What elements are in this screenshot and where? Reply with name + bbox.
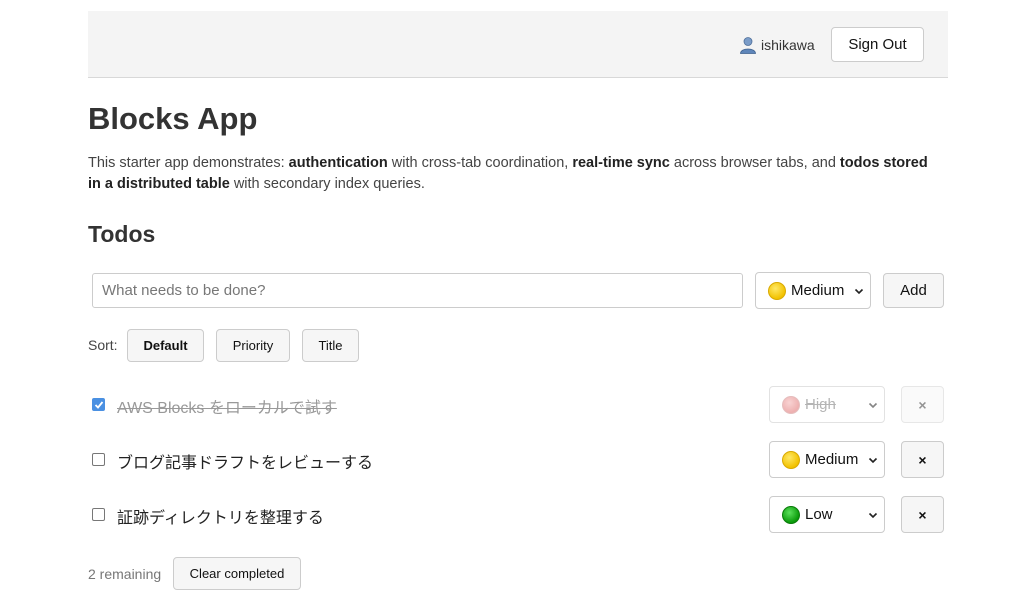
priority-medium-icon — [768, 281, 786, 300]
username-label: ishikawa — [761, 37, 815, 53]
todo-item: AWS Blocks をローカルで試す High × — [88, 386, 948, 423]
user-icon — [740, 37, 756, 54]
intro-bold-sync: real-time sync — [572, 155, 670, 171]
delete-todo-button[interactable]: × — [901, 441, 944, 478]
intro-bold-authentication: authentication — [288, 155, 388, 171]
sign-out-button[interactable]: Sign Out — [831, 27, 924, 62]
priority-value: Medium — [791, 282, 845, 299]
sort-label: Sort: — [88, 337, 118, 353]
priority-high-icon — [782, 395, 800, 414]
remaining-count: 2 remaining — [88, 566, 162, 582]
todo-checkbox[interactable] — [92, 508, 105, 521]
delete-todo-button[interactable]: × — [901, 496, 944, 533]
delete-todo-button[interactable]: × — [901, 386, 944, 423]
chevron-down-icon — [854, 288, 864, 294]
chevron-down-icon — [868, 457, 878, 463]
intro-text-part: across browser tabs, and — [669, 155, 840, 171]
sort-priority-button[interactable]: Priority — [216, 329, 290, 362]
todo-title: AWS Blocks をローカルで試す — [117, 400, 337, 417]
todo-priority-select[interactable]: Low — [769, 496, 885, 533]
intro-text-part: with cross-tab coordination, — [387, 155, 573, 171]
new-todo-priority-select[interactable]: Medium — [755, 272, 871, 309]
todo-checkbox[interactable] — [92, 453, 105, 466]
chevron-down-icon — [868, 512, 878, 518]
priority-value: Medium — [805, 451, 859, 468]
page-title: Blocks App — [88, 101, 258, 136]
app-header: ishikawa Sign Out — [88, 11, 948, 78]
priority-value: Low — [805, 506, 833, 523]
todo-title: 証跡ディレクトリを整理する — [117, 510, 324, 527]
priority-value: High — [805, 396, 836, 413]
todo-item: ブログ記事ドラフトをレビューする Medium × — [88, 441, 948, 478]
todo-title: ブログ記事ドラフトをレビューする — [117, 455, 374, 472]
add-todo-button[interactable]: Add — [883, 273, 944, 308]
todo-item: 証跡ディレクトリを整理する Low × — [88, 496, 948, 533]
todo-checkbox[interactable] — [92, 398, 105, 411]
priority-medium-icon — [782, 450, 800, 469]
clear-completed-button[interactable]: Clear completed — [173, 557, 301, 590]
checkmark-icon — [94, 401, 104, 409]
todos-heading: Todos — [88, 221, 156, 247]
sort-title-button[interactable]: Title — [302, 329, 359, 362]
todo-priority-select[interactable]: High — [769, 386, 885, 423]
intro-text-part: with secondary index queries. — [229, 176, 425, 192]
chevron-down-icon — [868, 402, 878, 408]
intro-text-part: This starter app demonstrates: — [88, 155, 289, 171]
intro-text: This starter app demonstrates: authentic… — [88, 153, 938, 195]
todo-priority-select[interactable]: Medium — [769, 441, 885, 478]
sort-default-button[interactable]: Default — [127, 329, 204, 362]
current-user: ishikawa — [739, 35, 815, 55]
priority-low-icon — [782, 505, 800, 524]
new-todo-input[interactable] — [92, 273, 743, 308]
